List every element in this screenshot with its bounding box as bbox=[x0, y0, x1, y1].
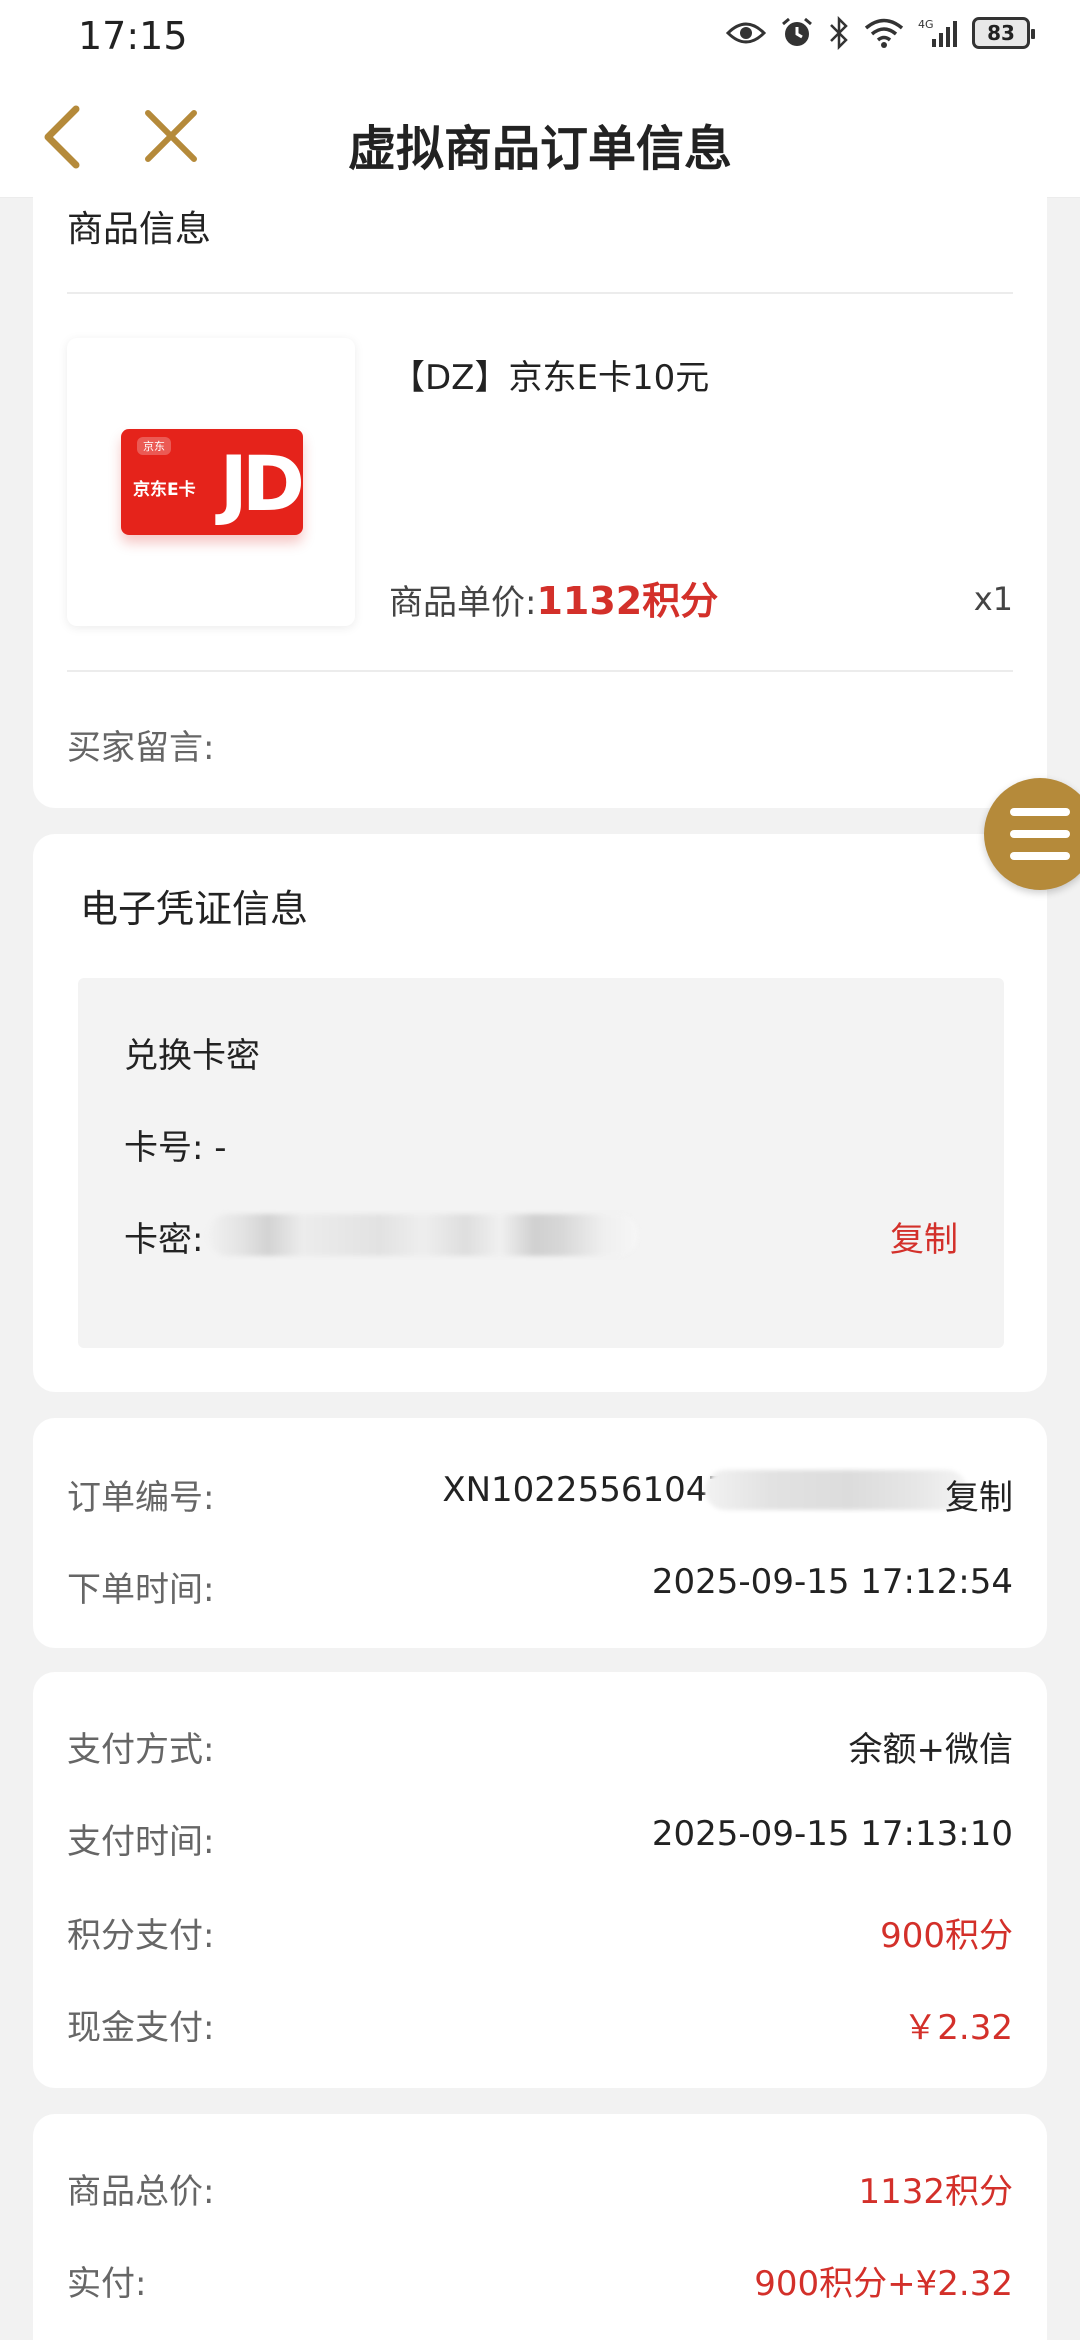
status-time: 17:15 bbox=[78, 14, 188, 58]
total-price-value: 1132积分 bbox=[858, 2172, 1013, 2212]
unit-price-value: 1132积分 bbox=[536, 579, 719, 623]
buyer-message-label: 买家留言: bbox=[67, 728, 215, 768]
redeem-code-title: 兑换卡密 bbox=[124, 1036, 260, 1076]
card-number: 卡号: - bbox=[124, 1128, 227, 1168]
order-number-masked bbox=[705, 1470, 967, 1510]
totals-card: 商品总价: 1132积分 实付: 900积分+¥2.32 bbox=[33, 2114, 1047, 2340]
status-bar: 17:15 4G 83 bbox=[0, 0, 1080, 75]
product-info-card: 商品信息 京东 京东E卡 JD 【DZ】京东E卡10元 商品单价:1132积分 … bbox=[33, 180, 1047, 808]
redeem-code-box: 兑换卡密 卡号: - 卡密: 复制 bbox=[78, 978, 1004, 1348]
actual-paid-value: 900积分+¥2.32 bbox=[754, 2264, 1013, 2304]
jd-brand-tag: 京东 bbox=[137, 437, 171, 455]
payment-time-value: 2025-09-15 17:13:10 bbox=[651, 1814, 1013, 1854]
eye-icon bbox=[726, 22, 766, 44]
cash-payment-value: ￥2.32 bbox=[903, 2008, 1013, 2048]
unit-price-label: 商品单价: bbox=[389, 583, 537, 623]
payment-method-label: 支付方式: bbox=[67, 1730, 215, 1770]
product-thumbnail[interactable]: 京东 京东E卡 JD bbox=[67, 338, 355, 626]
divider bbox=[67, 670, 1013, 672]
bluetooth-icon bbox=[830, 16, 848, 50]
card-password-masked bbox=[208, 1214, 638, 1256]
copy-order-number-button[interactable]: 复制 bbox=[945, 1470, 1013, 1519]
cash-payment-label: 现金支付: bbox=[67, 2008, 215, 2048]
jd-card-name: 京东E卡 bbox=[133, 480, 196, 500]
total-price-label: 商品总价: bbox=[67, 2172, 215, 2212]
payment-method-value: 余额+微信 bbox=[848, 1730, 1014, 1770]
menu-icon bbox=[1010, 808, 1070, 816]
product-name[interactable]: 【DZ】京东E卡10元 bbox=[391, 350, 709, 399]
wifi-icon bbox=[864, 18, 904, 48]
status-icons: 4G 83 bbox=[726, 16, 1035, 50]
alarm-icon bbox=[782, 17, 812, 46]
section-title: 商品信息 bbox=[67, 209, 212, 250]
order-number-label: 订单编号: bbox=[67, 1478, 215, 1518]
card-password-label: 卡密: bbox=[124, 1220, 204, 1260]
unit-price: 商品单价:1132积分 bbox=[389, 570, 718, 625]
jd-logo: JD bbox=[219, 439, 303, 528]
points-payment-value: 900积分 bbox=[880, 1916, 1013, 1956]
menu-icon bbox=[1010, 852, 1070, 860]
order-number-value: XN10225561047 bbox=[442, 1470, 729, 1510]
points-payment-label: 积分支付: bbox=[67, 1916, 215, 1956]
signal-4g-icon: 4G bbox=[918, 18, 957, 47]
voucher-info-card: 电子凭证信息 兑换卡密 卡号: - 卡密: 复制 bbox=[33, 834, 1047, 1392]
section-title: 电子凭证信息 bbox=[80, 887, 309, 931]
page-title: 虚拟商品订单信息 bbox=[347, 121, 732, 177]
order-info-card: 订单编号: XN10225561047 复制 下单时间: 2025-09-15 … bbox=[33, 1418, 1047, 1648]
battery-icon: 83 bbox=[972, 17, 1035, 49]
jd-ecard-image: 京东 京东E卡 JD bbox=[121, 429, 303, 535]
payment-time-label: 支付时间: bbox=[67, 1822, 215, 1862]
order-time-value: 2025-09-15 17:12:54 bbox=[651, 1562, 1013, 1602]
divider bbox=[67, 292, 1013, 294]
payment-info-card: 支付方式: 余额+微信 支付时间: 2025-09-15 17:13:10 积分… bbox=[33, 1672, 1047, 2088]
menu-icon bbox=[1010, 830, 1070, 838]
order-time-label: 下单时间: bbox=[67, 1570, 215, 1610]
actual-paid-label: 实付: bbox=[67, 2264, 147, 2304]
quantity: x1 bbox=[973, 580, 1013, 618]
svg-text:4G: 4G bbox=[918, 18, 934, 31]
copy-password-button[interactable]: 复制 bbox=[890, 1212, 958, 1261]
